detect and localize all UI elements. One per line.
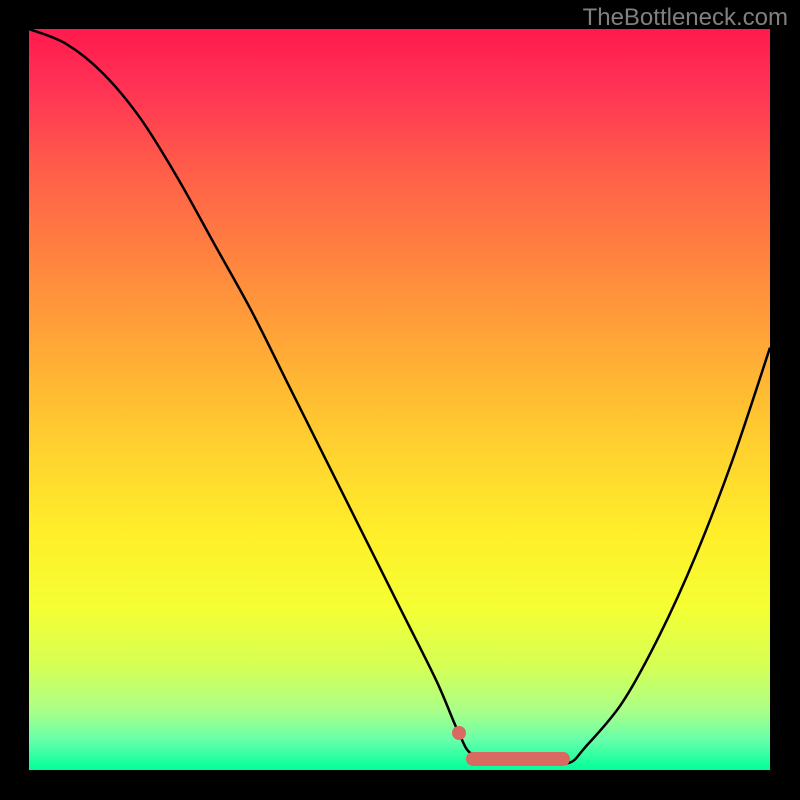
attribution-text: TheBottleneck.com [583, 4, 788, 32]
chart-plot-area [29, 29, 770, 770]
marker-dot [452, 726, 466, 740]
bottleneck-curve [29, 29, 770, 770]
optimal-range-bar [466, 752, 570, 766]
